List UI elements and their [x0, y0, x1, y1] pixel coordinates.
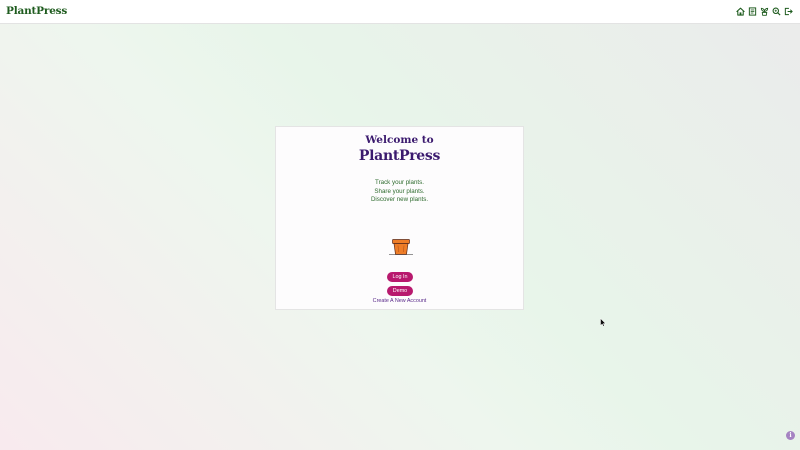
login-button[interactable]: Log In — [387, 272, 413, 282]
welcome-card: Welcome to PlantPress Track your plants.… — [275, 126, 524, 310]
info-button[interactable]: i — [786, 431, 795, 440]
create-account-link[interactable]: Create A New Account — [276, 298, 523, 304]
demo-button[interactable]: Demo — [387, 286, 413, 296]
notebook-icon[interactable] — [748, 7, 757, 16]
tagline-discover: Discover new plants. — [370, 196, 429, 203]
plant-icon[interactable] — [760, 7, 769, 16]
search-icon[interactable] — [772, 7, 781, 16]
flower-pot-icon — [389, 238, 413, 256]
mouse-cursor-icon — [600, 318, 606, 327]
info-icon: i — [789, 432, 792, 439]
tagline-track: Track your plants. — [375, 179, 424, 186]
brand-logo[interactable]: PlantPress — [6, 5, 67, 17]
logout-icon[interactable] — [784, 7, 793, 16]
home-icon[interactable] — [736, 7, 745, 16]
app-title: PlantPress — [358, 148, 441, 164]
tagline-share: Share your plants. — [374, 187, 425, 195]
nav-icons — [736, 7, 793, 16]
top-navbar: PlantPress — [0, 0, 800, 24]
welcome-heading: Welcome to — [365, 134, 434, 146]
